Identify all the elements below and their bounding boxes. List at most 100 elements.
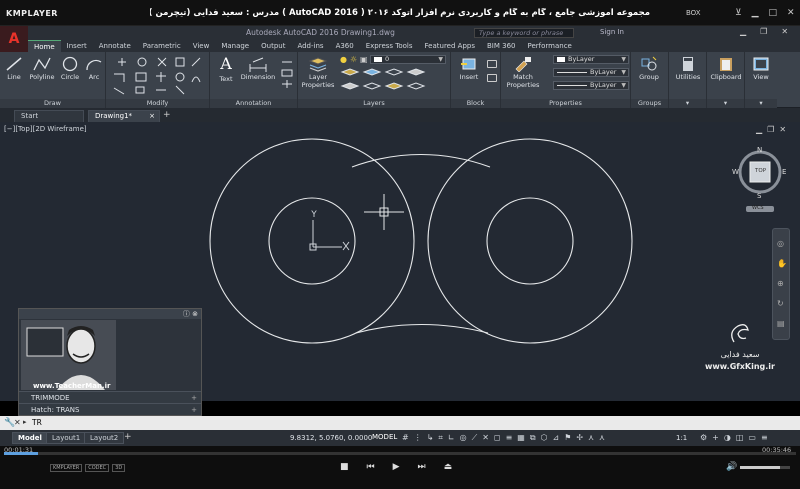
application-menu-button[interactable]: A — [0, 26, 28, 52]
close-icon[interactable]: ✕ — [781, 27, 788, 36]
groups-panel-label[interactable]: Groups — [631, 99, 668, 108]
sign-in-button[interactable]: Sign In — [600, 28, 624, 36]
expand-icon[interactable]: + — [191, 404, 197, 416]
freeze-icon[interactable]: ☼ — [350, 55, 357, 64]
infer-icon[interactable]: ↳ — [427, 433, 434, 443]
settings-gear-icon[interactable]: ⚙ — [700, 433, 707, 442]
properties-panel-label[interactable]: Properties — [501, 99, 630, 108]
snap-icon[interactable]: ⋮ — [414, 433, 422, 443]
volume-slider[interactable] — [740, 466, 790, 469]
zoom-extents-icon[interactable]: ⊕ — [777, 279, 784, 288]
arc-tool[interactable]: Arc — [84, 56, 104, 81]
minimize-icon[interactable]: ▁ — [752, 8, 759, 18]
utilities-expand[interactable]: ▾ — [669, 99, 706, 108]
new-layout-icon[interactable]: + — [124, 432, 132, 442]
maximize-icon[interactable]: □ — [769, 8, 778, 18]
text-tool[interactable]: A Text — [214, 54, 238, 83]
grid-icon[interactable]: # — [402, 433, 409, 443]
annotation-visibility-icon[interactable]: ⋏ — [588, 433, 594, 443]
model-tab[interactable]: Model — [12, 432, 48, 444]
command-input[interactable]: TR — [32, 418, 42, 427]
annotation-scale[interactable]: 1:1 — [676, 434, 687, 442]
tab-home[interactable]: Home — [28, 40, 61, 52]
polyline-tool[interactable]: Polyline — [27, 56, 57, 81]
orbit-icon[interactable]: ↻ — [777, 299, 784, 308]
seek-bar[interactable] — [4, 452, 796, 455]
isodraft-icon[interactable]: ⟋ — [472, 433, 478, 443]
annotation-panel-label[interactable]: Annotation — [210, 99, 297, 108]
draw-panel-label[interactable]: Draw — [0, 99, 105, 108]
stop-icon[interactable]: ■ — [340, 462, 349, 472]
linetype-dropdown[interactable]: ByLayer ▼ — [553, 68, 629, 77]
object-snap-tracking-icon[interactable]: ✕ — [482, 433, 489, 443]
plus-icon[interactable]: + — [712, 433, 719, 442]
transparency-icon[interactable]: ▦ — [517, 433, 525, 443]
isolate-objects-icon[interactable]: ◑ — [724, 433, 731, 442]
layer-properties-tool[interactable]: Layer Properties — [300, 56, 336, 89]
showmotion-icon[interactable]: ▤ — [777, 319, 785, 328]
tab-performance[interactable]: Performance — [521, 40, 577, 52]
view-expand[interactable]: ▾ — [745, 99, 777, 108]
tab-annotate[interactable]: Annotate — [93, 40, 137, 52]
restore-icon[interactable]: ❐ — [760, 27, 767, 36]
polar-icon[interactable]: ◎ — [460, 433, 467, 443]
layout1-tab[interactable]: Layout1 — [46, 432, 87, 444]
close-icon[interactable]: ✕ — [779, 125, 786, 134]
search-input[interactable]: Type a keyword or phrase — [474, 28, 574, 38]
player-badge[interactable]: 3D — [112, 464, 126, 472]
tab-view[interactable]: View — [187, 40, 216, 52]
selection-cycling-icon[interactable]: ⧉ — [530, 433, 536, 443]
previous-icon[interactable]: ⏮ — [367, 462, 375, 472]
create-block-icon[interactable] — [487, 60, 497, 68]
circle-tool[interactable]: Circle — [58, 56, 82, 81]
match-properties-tool[interactable]: Match Properties — [505, 56, 541, 89]
tab-featured-apps[interactable]: Featured Apps — [419, 40, 481, 52]
utilities-tool[interactable]: Utilities — [671, 56, 705, 81]
tab-parametric[interactable]: Parametric — [137, 40, 187, 52]
clipboard-expand[interactable]: ▾ — [707, 99, 744, 108]
tab-express-tools[interactable]: Express Tools — [360, 40, 419, 52]
close-icon[interactable]: ✕ — [14, 418, 21, 427]
block-panel-label[interactable]: Block — [451, 99, 500, 108]
tab-output[interactable]: Output — [255, 40, 291, 52]
modify-panel-label[interactable]: Modify — [106, 99, 209, 108]
lineweight-icon[interactable]: ≡ — [506, 433, 513, 443]
viewport-controls-label[interactable]: [−][Top][2D Wireframe] — [4, 125, 87, 133]
dynamic-ucs-icon[interactable]: ⊿ — [553, 433, 560, 443]
player-box-button[interactable]: BOX — [686, 9, 701, 17]
layer-dropdown[interactable]: 0 ▼ — [370, 55, 446, 64]
auto-scale-icon[interactable]: ⋏ — [599, 433, 605, 443]
new-tab-icon[interactable]: + — [163, 110, 171, 120]
object-snap-icon[interactable]: ◻ — [494, 433, 501, 443]
3d-osnap-icon[interactable]: ⬡ — [541, 433, 548, 443]
volume-icon[interactable]: 🔊 — [726, 462, 737, 472]
minimize-icon[interactable]: ▁ — [740, 27, 746, 36]
hardware-acceleration-icon[interactable]: ◫ — [736, 433, 744, 442]
layers-panel-label[interactable]: Layers — [298, 99, 450, 108]
full-navigation-wheel-icon[interactable]: ◎ — [777, 239, 784, 248]
next-icon[interactable]: ⏭ — [418, 462, 426, 472]
view-tool[interactable]: View — [746, 56, 776, 81]
tab-insert[interactable]: Insert — [61, 40, 93, 52]
minimize-icon[interactable]: ▁ — [756, 125, 762, 134]
model-space-button[interactable]: MODEL — [372, 433, 397, 441]
clean-screen-icon[interactable]: ▭ — [748, 433, 756, 442]
lineweight-dropdown[interactable]: ByLayer ▼ — [553, 81, 629, 90]
layer-on-icon[interactable]: ● — [340, 55, 347, 64]
tab-a360[interactable]: A360 — [330, 40, 360, 52]
customization-menu-icon[interactable]: ≡ — [761, 433, 768, 442]
dynamic-input-icon[interactable]: ⌗ — [438, 433, 443, 443]
start-tab[interactable]: Start — [14, 110, 84, 122]
play-icon[interactable]: ▶ — [393, 462, 400, 472]
layout2-tab[interactable]: Layout2 — [84, 432, 125, 444]
insert-tool[interactable]: Insert — [455, 56, 483, 81]
pan-icon[interactable]: ✋ — [777, 259, 787, 268]
gizmo-icon[interactable]: ✢ — [576, 433, 583, 443]
close-tab-icon[interactable]: × — [149, 111, 155, 122]
drawing1-tab[interactable]: Drawing1* × — [88, 110, 160, 122]
edit-block-icon[interactable] — [487, 74, 497, 82]
dimension-tool[interactable]: Dimension — [240, 56, 276, 81]
close-icon[interactable]: ✕ — [787, 8, 795, 18]
player-badge[interactable]: CODEC — [85, 464, 110, 472]
color-dropdown[interactable]: ByLayer ▼ — [553, 55, 629, 64]
